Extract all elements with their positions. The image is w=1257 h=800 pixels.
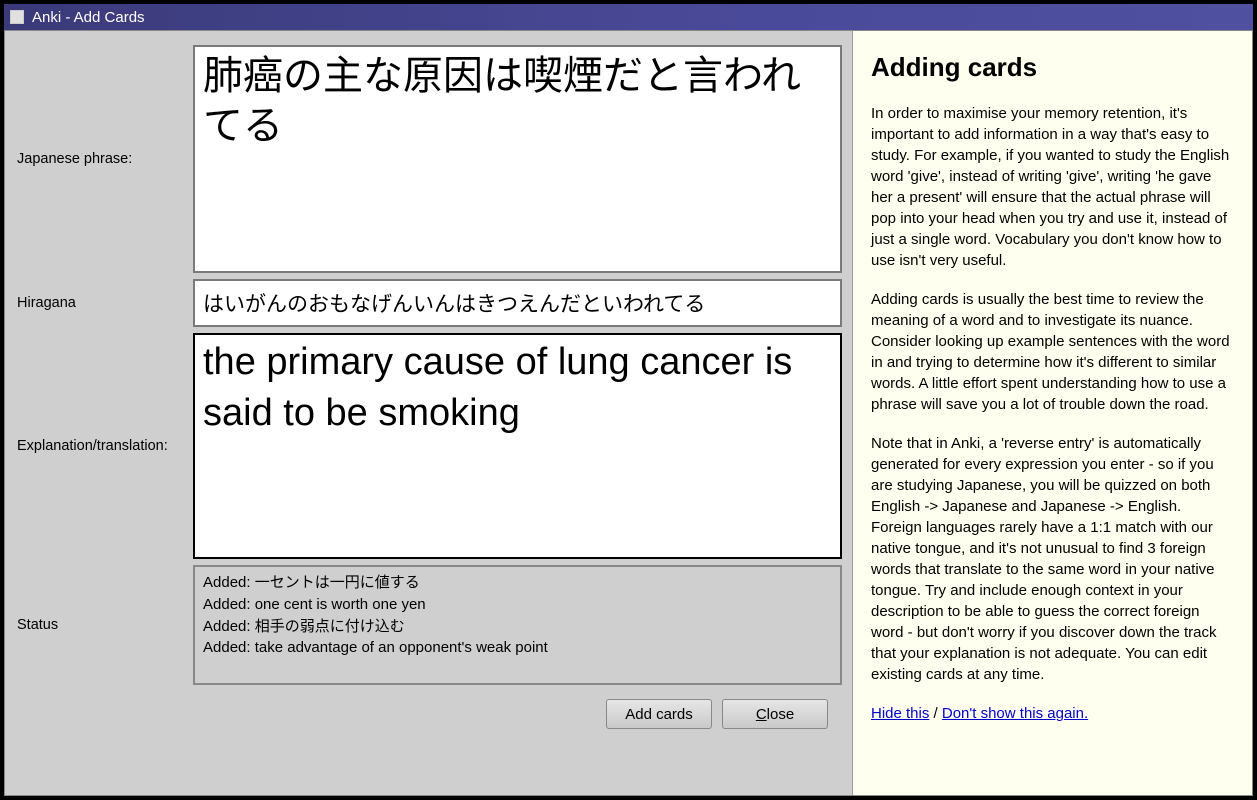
close-button[interactable]: Close (722, 699, 828, 729)
label-explanation: Explanation/translation: (17, 438, 193, 454)
row-status: Status Added: 一セントは一円に値するAdded: one cent… (17, 565, 842, 685)
window-frame: Anki - Add Cards Japanese phrase: Hiraga… (0, 0, 1257, 800)
japanese-phrase-input[interactable] (193, 45, 842, 273)
status-line: Added: take advantage of an opponent's w… (203, 637, 832, 659)
help-paragraph: Adding cards is usually the best time to… (871, 289, 1232, 415)
hiragana-input[interactable] (193, 279, 842, 327)
status-line: Added: 相手の弱点に付け込む (203, 616, 832, 638)
explanation-input[interactable] (193, 333, 842, 559)
label-japanese: Japanese phrase: (17, 151, 193, 167)
form-pane: Japanese phrase: Hiragana Explanation/tr… (5, 31, 852, 795)
row-japanese: Japanese phrase: (17, 45, 842, 273)
app-icon (10, 10, 24, 24)
status-line: Added: one cent is worth one yen (203, 594, 832, 616)
content-area: Japanese phrase: Hiragana Explanation/tr… (4, 30, 1253, 796)
label-status: Status (17, 617, 193, 633)
row-hiragana: Hiragana (17, 279, 842, 327)
dont-show-again-link[interactable]: Don't show this again. (942, 705, 1088, 722)
help-links: Hide this / Don't show this again. (871, 703, 1232, 724)
button-row: Add cards Close (193, 691, 842, 729)
link-separator: / (929, 705, 942, 722)
status-line: Added: 一セントは一円に値する (203, 572, 832, 594)
label-hiragana: Hiragana (17, 295, 193, 311)
hide-this-link[interactable]: Hide this (871, 705, 929, 722)
row-explanation: Explanation/translation: (17, 333, 842, 559)
help-pane: Adding cards In order to maximise your m… (852, 31, 1252, 795)
add-cards-button[interactable]: Add cards (606, 699, 712, 729)
status-box: Added: 一セントは一円に値するAdded: one cent is wor… (193, 565, 842, 685)
help-paragraph: Note that in Anki, a 'reverse entry' is … (871, 433, 1232, 685)
help-paragraph: In order to maximise your memory retenti… (871, 103, 1232, 271)
window-title: Anki - Add Cards (32, 9, 145, 26)
help-heading: Adding cards (871, 49, 1232, 85)
titlebar[interactable]: Anki - Add Cards (4, 4, 1253, 30)
